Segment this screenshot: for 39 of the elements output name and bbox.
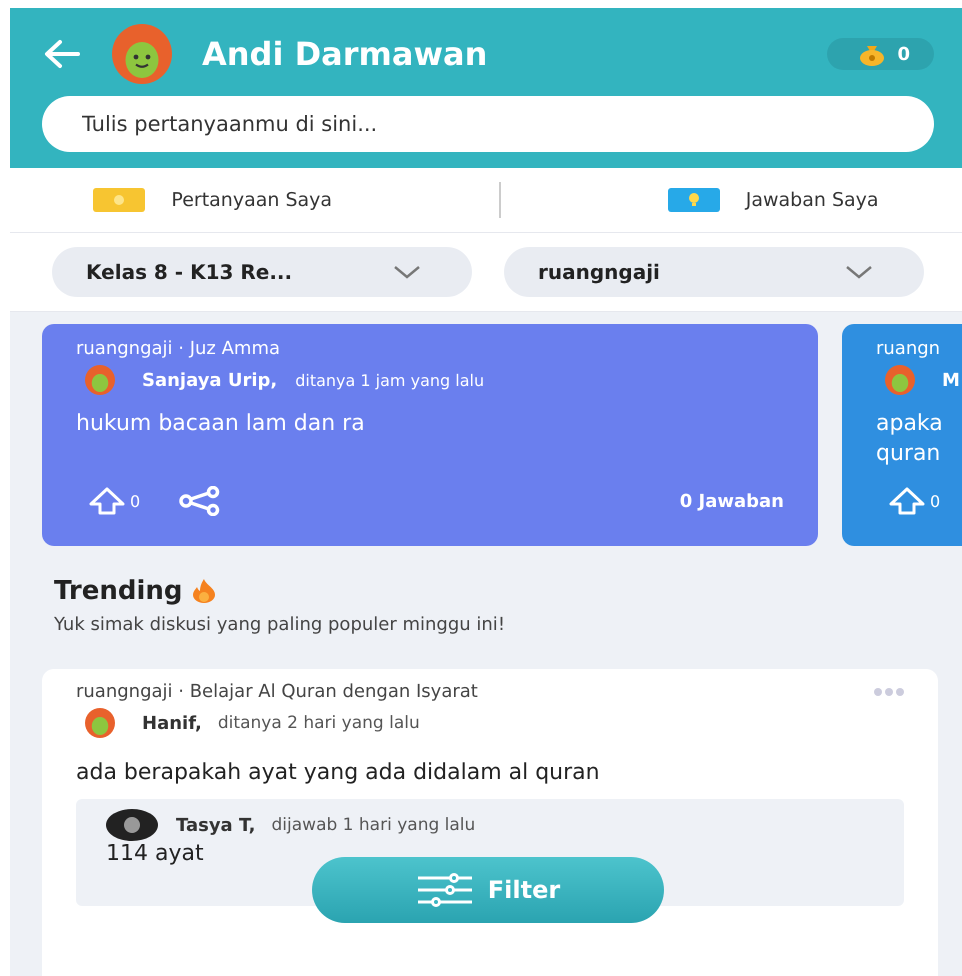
points-badge[interactable]: 0 — [827, 38, 934, 70]
question-card[interactable]: ruangn M apaka quran 0 — [842, 324, 962, 546]
lightbulb-bubble-icon — [668, 186, 720, 214]
answer-text: 114 ayat — [106, 841, 204, 866]
sliders-icon — [416, 873, 474, 907]
question-text: hukum bacaan lam dan ra — [76, 410, 366, 438]
timestamp: ditanya 1 jam yang lalu — [295, 370, 484, 390]
topic-label: ruangngaji · Belajar Al Quran dengan Isyarat — [76, 681, 478, 702]
author-name: M — [942, 370, 960, 390]
user-avatar-icon — [106, 809, 158, 841]
author-name: Sanjaya Urip, — [142, 370, 278, 390]
section-subtitle: Yuk simak diskusi yang paling populer minggu ini! — [54, 614, 506, 635]
section-title: Trending — [54, 576, 182, 606]
flame-icon — [190, 578, 216, 604]
back-arrow-icon[interactable] — [42, 39, 82, 69]
tab[interactable]: Jawaban Saya — [668, 186, 879, 214]
tab[interactable]: Pertanyaan Saya — [93, 186, 332, 214]
answer-count[interactable]: 0 Jawaban — [680, 490, 784, 512]
author-name: Tasya T, — [176, 814, 256, 836]
question-bubble-icon — [93, 186, 146, 214]
chevron-down-icon — [844, 264, 874, 280]
upvote-arrow-icon[interactable] — [888, 486, 926, 516]
question-input-field[interactable]: Tulis pertanyaanmu di sini... — [42, 96, 934, 152]
topic-label: ruangngaji · Juz Amma — [76, 338, 282, 359]
question-text: apaka quran — [876, 410, 944, 468]
timestamp: ditanya 2 hari yang lalu — [218, 713, 420, 733]
chevron-down-icon — [392, 264, 422, 280]
question-text: ada berapakah ayat yang ada didalam al quran — [76, 760, 601, 785]
upvote-arrow-icon[interactable] — [88, 486, 126, 516]
profile-name: Andi Darmawan — [202, 35, 488, 73]
filter-button[interactable]: Filter — [312, 857, 664, 923]
vote-count: 0 — [930, 492, 940, 510]
dropdown[interactable]: Kelas 8 - K13 Re... — [52, 247, 472, 297]
topic-label: ruangn — [876, 338, 942, 359]
author-name: Hanif, — [142, 712, 202, 734]
timestamp: dijawab 1 hari yang lalu — [272, 815, 476, 835]
vote-count: 0 — [130, 492, 140, 510]
question-card[interactable]: ruangngaji · Juz Amma Sanjaya Urip, ditanya 1 jam yang lalu hukum bacaan lam dan ra 0 0 Jawaban — [42, 324, 818, 546]
dropdown[interactable]: ruangngaji — [504, 247, 924, 297]
